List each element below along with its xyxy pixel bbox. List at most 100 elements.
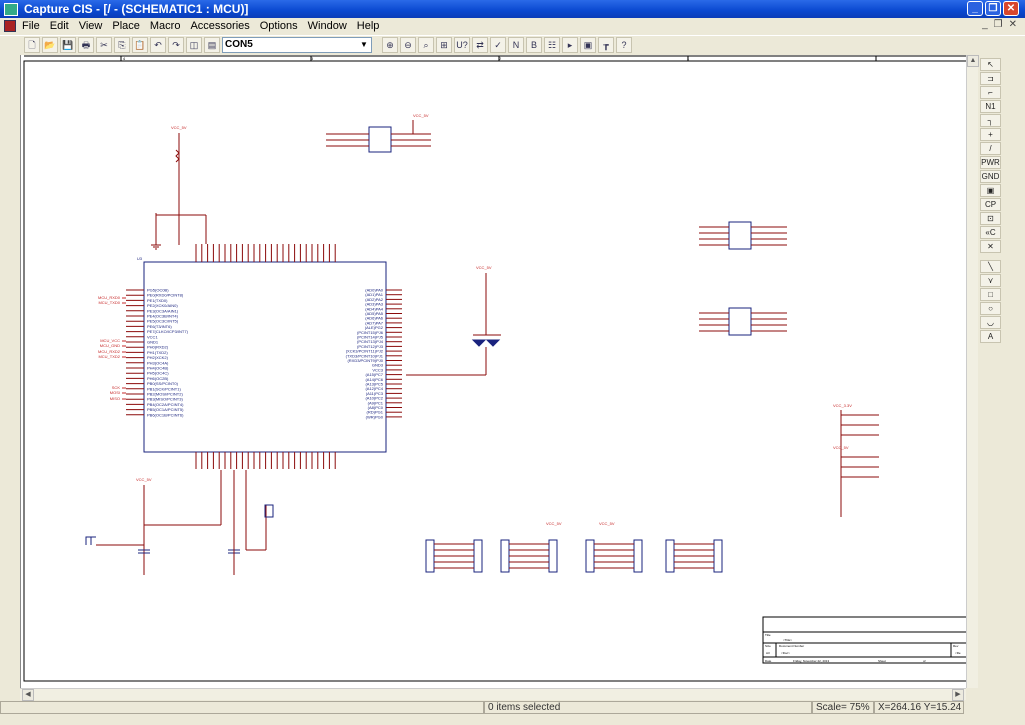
schematic-canvas[interactable]: 4 3 2 1 U3 PG5(OC0B) PE0(RXD0/PCINT8) PE1(TXD0)… (20, 55, 966, 688)
coordinates-status: X=264.16 Y=15.24 (874, 701, 964, 714)
place-off-page-tool[interactable]: «C (980, 226, 1001, 239)
zone-label: 2 (499, 56, 502, 61)
place-line-tool[interactable]: ╲ (980, 260, 1001, 273)
mcu-ref: U3 (137, 256, 143, 261)
place-part-icon: ⊐ (987, 74, 994, 83)
part-combo[interactable]: CON5 ▼ (222, 37, 372, 53)
props-button[interactable]: ☷ (544, 37, 560, 53)
place-wire-tool[interactable]: ⌐ (980, 86, 1001, 99)
date-label: Date (765, 659, 772, 663)
save-icon: 💾 (62, 40, 74, 50)
zoom-area-button[interactable]: ⌕ (418, 37, 434, 53)
place-no-connect-tool[interactable]: ✕ (980, 240, 1001, 253)
zoom-out-button[interactable]: ⊖ (400, 37, 416, 53)
bom-icon: B (530, 40, 537, 50)
connector (473, 539, 483, 573)
document-icon[interactable] (4, 20, 16, 32)
redo-button[interactable]: ↷ (168, 37, 184, 53)
bom-button[interactable]: B (526, 37, 542, 53)
help-button[interactable]: ? (616, 37, 632, 53)
menu-view[interactable]: View (79, 20, 103, 32)
window-title: Capture CIS - [/ - (SCHEMATIC1 : MCU)] (24, 2, 249, 16)
mcu-pin-name: (WR)PG0 (366, 414, 384, 419)
place-text-tool[interactable]: A (980, 330, 1001, 343)
schematic-drawing: 4 3 2 1U3PG5(OC0B)PE0(RXD0/PCINT8)PE1(TXD0)… (23, 55, 966, 682)
zoom-area-icon: ⌕ (423, 40, 429, 50)
menu-help[interactable]: Help (357, 20, 380, 32)
open-button[interactable]: 📂 (42, 37, 58, 53)
menu-window[interactable]: Window (308, 20, 347, 32)
menu-edit[interactable]: Edit (50, 20, 69, 32)
place-ellipse-icon: ○ (988, 304, 993, 313)
chevron-down-icon[interactable]: ▼ (358, 39, 370, 51)
place-bus-entry-icon: / (989, 144, 992, 153)
print-icon: 🖶 (81, 40, 91, 50)
place-bus-tool[interactable]: ┐ (980, 114, 1001, 127)
copy-icon: ⎘ (118, 40, 126, 50)
copy-button[interactable]: ⎘ (114, 37, 130, 53)
place-net-alias-tool[interactable]: N1 (980, 100, 1001, 113)
menu-macro[interactable]: Macro (150, 20, 181, 32)
place-port-icon: CP (984, 200, 997, 209)
save-button[interactable]: 💾 (60, 37, 76, 53)
docnum-label: Document Number (779, 644, 804, 648)
netlist-button[interactable]: N (508, 37, 524, 53)
zoom-all-button[interactable]: ⊞ (436, 37, 452, 53)
docnum-value: <Doc> (781, 651, 790, 655)
net-label: MCU_GND (100, 343, 120, 348)
scroll-up-button[interactable]: ▲ (967, 55, 979, 67)
title-block (762, 616, 966, 664)
place-off-page-icon: «C (985, 228, 996, 237)
doc-minimize-button[interactable]: _ (982, 19, 988, 30)
close-button[interactable]: ✕ (1003, 1, 1019, 16)
status-bar: 0 items selected Scale= 75% X=264.16 Y=1… (0, 701, 1025, 715)
menu-file[interactable]: File (22, 20, 40, 32)
connector (425, 539, 435, 573)
place-junction-tool[interactable]: + (980, 128, 1001, 141)
menu-accessories[interactable]: Accessories (190, 20, 249, 32)
place-bus-entry-tool[interactable]: / (980, 142, 1001, 155)
net-label: MOSI (110, 390, 120, 395)
scroll-right-button[interactable]: ▶ (952, 689, 964, 701)
place-rectangle-tool[interactable]: □ (980, 288, 1001, 301)
select-tool[interactable]: ↖ (980, 58, 1001, 71)
tile-icon: ◫ (189, 40, 199, 50)
new-button[interactable]: 🗋 (24, 37, 40, 53)
net-label: MCU_TXD0 (98, 300, 120, 305)
place-polyline-tool[interactable]: ⋎ (980, 274, 1001, 287)
drc-button[interactable]: ✓ (490, 37, 506, 53)
tile-button[interactable]: ◫ (186, 37, 202, 53)
power-label: VCC_5V (136, 477, 152, 482)
zoom-in-button[interactable]: ⊕ (382, 37, 398, 53)
restore-button[interactable]: ❐ (985, 1, 1001, 16)
paste-button[interactable]: 📋 (132, 37, 148, 53)
place-ground-tool[interactable]: GND (980, 170, 1001, 183)
cut-button[interactable]: ✂ (96, 37, 112, 53)
minimize-button[interactable]: _ (967, 1, 983, 16)
annotate-button[interactable]: U? (454, 37, 470, 53)
back-annotate-button[interactable]: ⇄ (472, 37, 488, 53)
horizontal-scrollbar[interactable]: ◀ ▶ (20, 688, 966, 701)
place-port-tool[interactable]: CP (980, 198, 1001, 211)
place-pin-tool[interactable]: ⊡ (980, 212, 1001, 225)
menu-options[interactable]: Options (260, 20, 298, 32)
size-value: A3 (766, 651, 770, 655)
scroll-left-button[interactable]: ◀ (22, 689, 34, 701)
hierarchy-button[interactable]: ┲ (598, 37, 614, 53)
size-label: Size (765, 644, 771, 648)
open-icon: 📂 (44, 40, 56, 50)
undo-button[interactable]: ↶ (150, 37, 166, 53)
menu-place[interactable]: Place (112, 20, 140, 32)
place-power-tool[interactable]: PWR (980, 156, 1001, 169)
cascade-button[interactable]: ▤ (204, 37, 220, 53)
doc-restore-button[interactable]: ❐ (994, 19, 1003, 30)
place-part-tool[interactable]: ⊐ (980, 72, 1001, 85)
place-hierarchical-block-tool[interactable]: ▣ (980, 184, 1001, 197)
doc-close-button[interactable]: ✕ (1009, 19, 1017, 30)
print-button[interactable]: 🖶 (78, 37, 94, 53)
place-ellipse-tool[interactable]: ○ (980, 302, 1001, 315)
vertical-scrollbar[interactable]: ▲ (966, 55, 979, 688)
project-button[interactable]: ▸ (562, 37, 578, 53)
schematic-button[interactable]: ▣ (580, 37, 596, 53)
place-arc-tool[interactable]: ◡ (980, 316, 1001, 329)
